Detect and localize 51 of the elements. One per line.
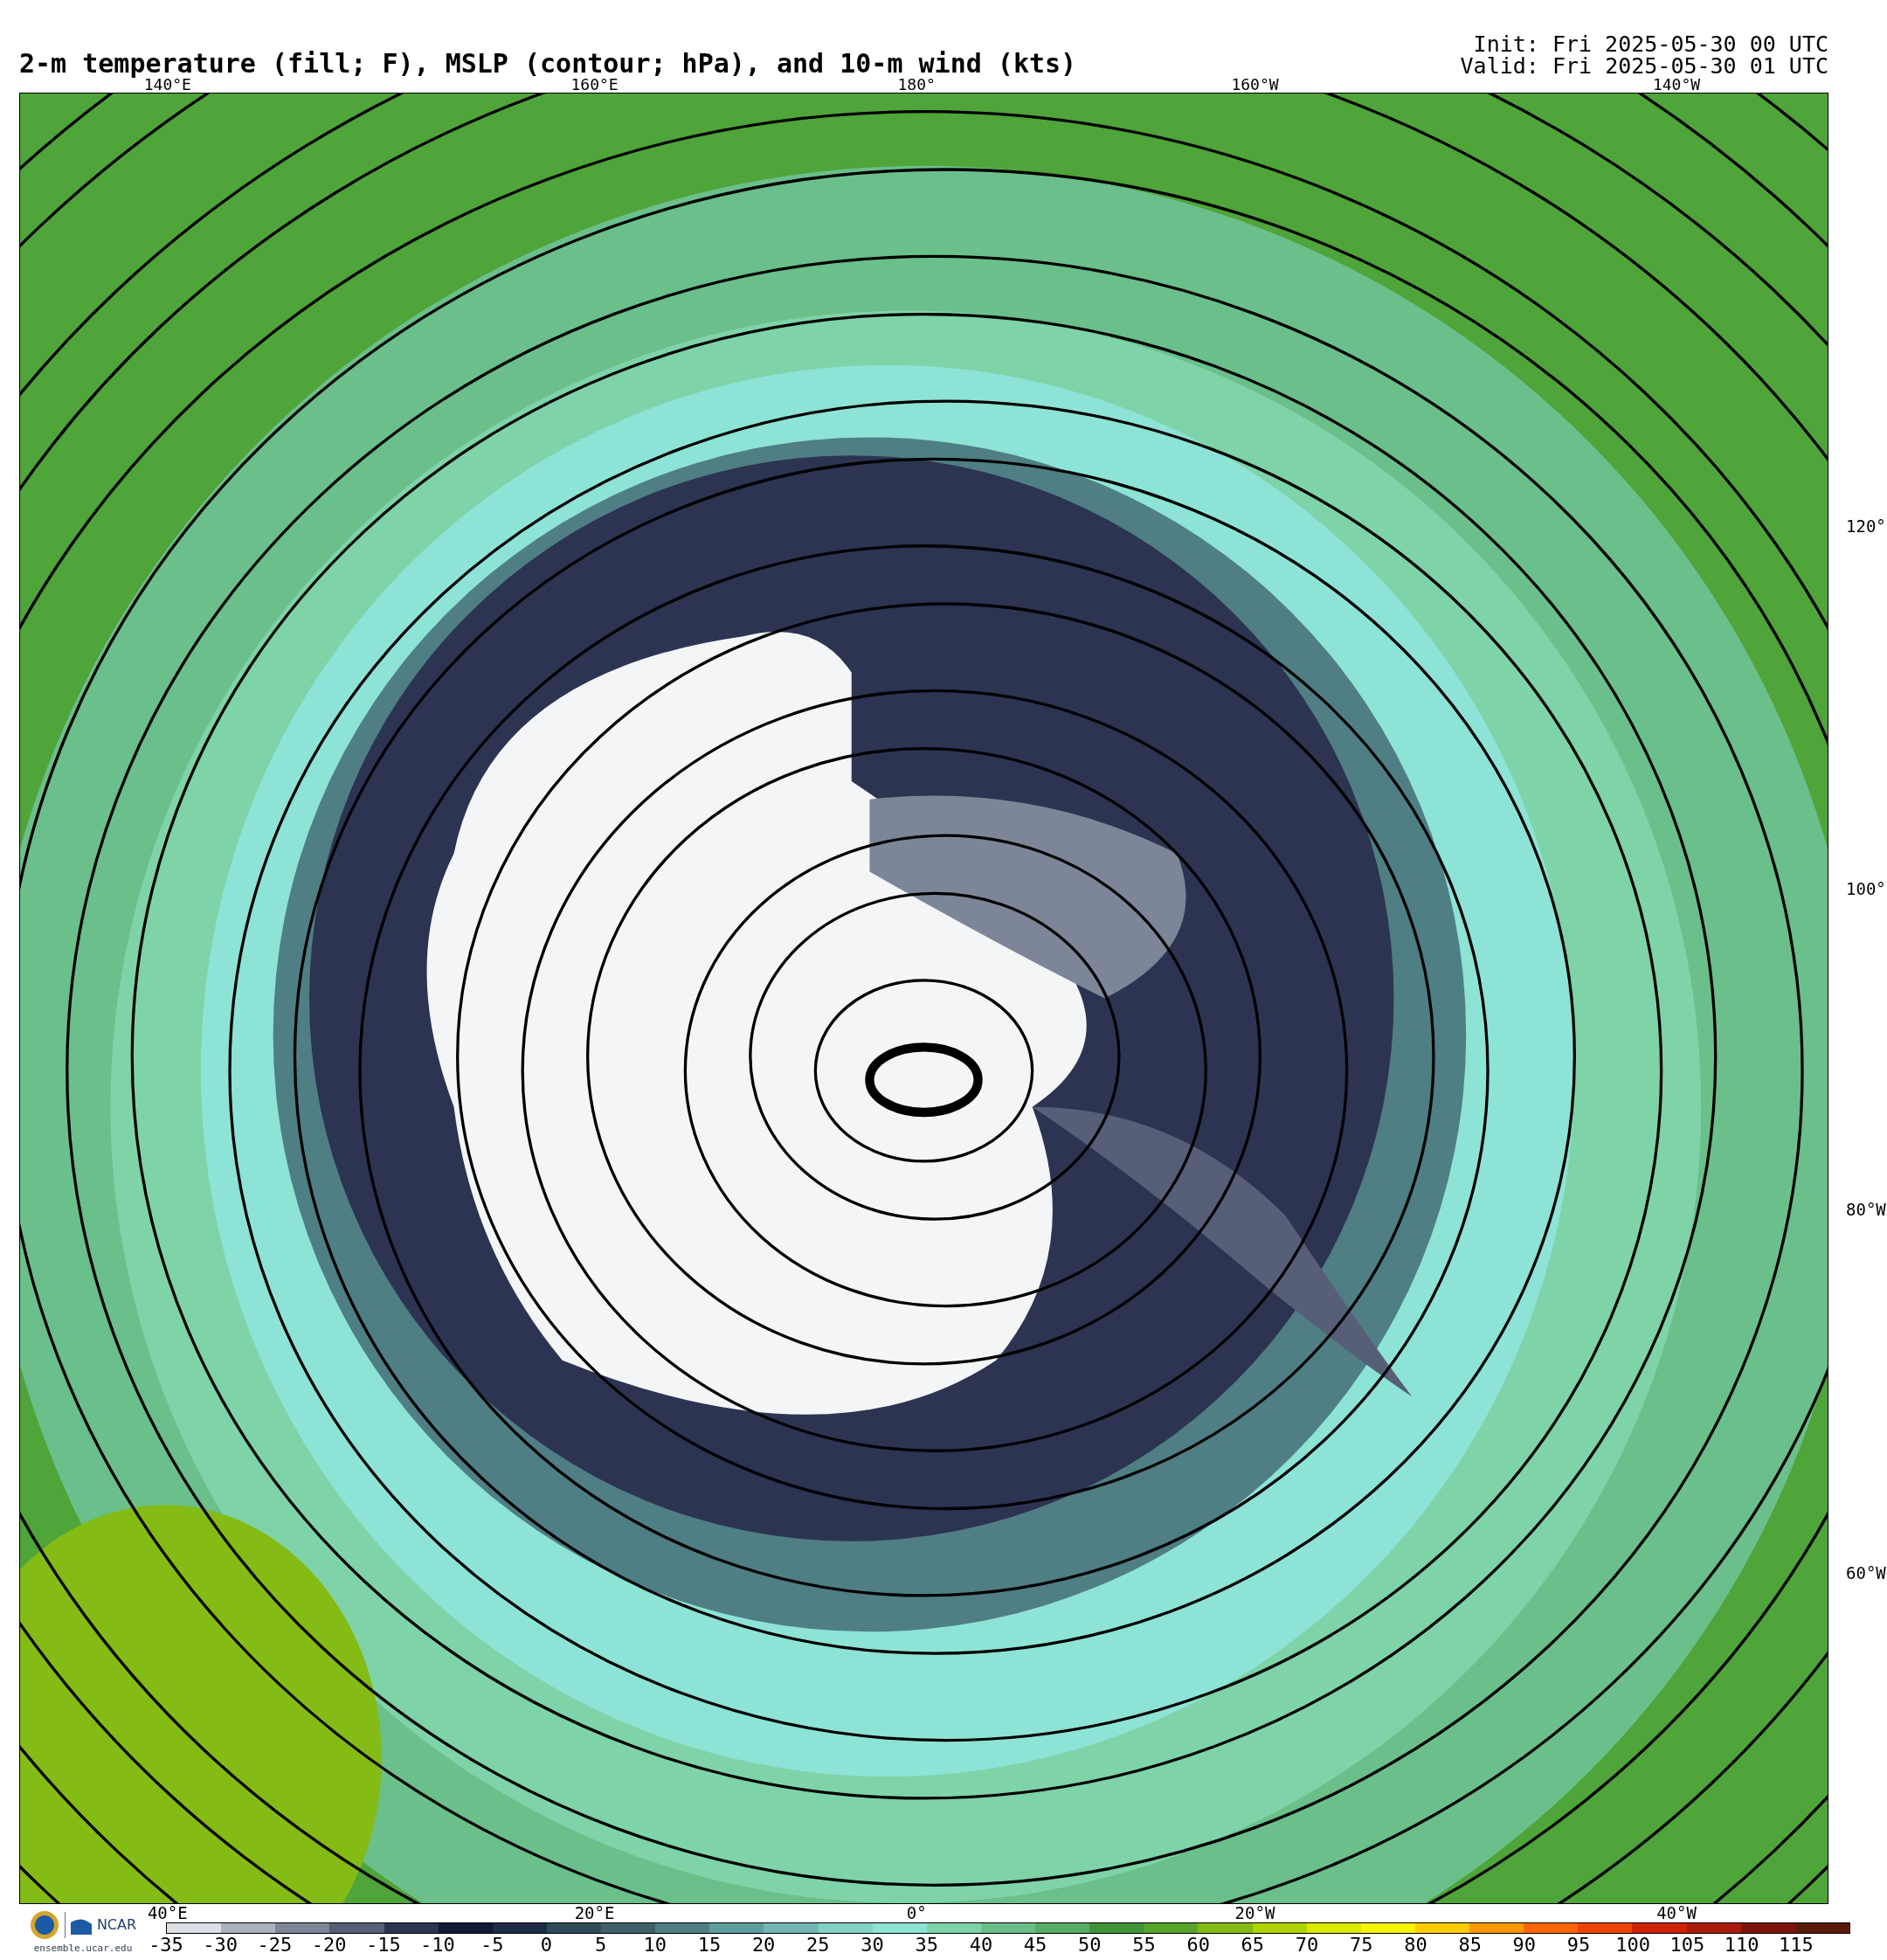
colorbar-tick-label: -5 bbox=[480, 1936, 504, 1955]
longitude-label: 160°W bbox=[1231, 77, 1279, 93]
longitude-label: 20°W bbox=[1234, 1905, 1275, 1922]
colorbar-tick-label: 100 bbox=[1615, 1936, 1651, 1955]
colorbar-tick-label: 25 bbox=[806, 1936, 830, 1955]
colorbar-tick-label: 65 bbox=[1241, 1936, 1265, 1955]
latitude-label: 80°W bbox=[1846, 1201, 1886, 1218]
colorbar-tick-label: 40 bbox=[969, 1936, 993, 1955]
colorbar-tick-label: 35 bbox=[915, 1936, 938, 1955]
latitude-label: 100° bbox=[1846, 880, 1886, 897]
colorbar-tick-label: 95 bbox=[1566, 1936, 1591, 1955]
colorbar-tick-label: -25 bbox=[257, 1936, 293, 1955]
colorbar-tick-label: 0 bbox=[540, 1936, 552, 1955]
colorbar-tick-label: -10 bbox=[420, 1936, 455, 1955]
longitude-label: 0° bbox=[906, 1905, 927, 1922]
longitude-label: 40°E bbox=[147, 1905, 188, 1922]
colorbar-tick-label: 80 bbox=[1404, 1936, 1427, 1955]
colorbar-tick-label: -35 bbox=[149, 1936, 183, 1955]
ncar-logo-text: NCAR bbox=[96, 1918, 137, 1932]
latitude-label: 120° bbox=[1846, 518, 1886, 536]
longitude-label: 180° bbox=[897, 77, 936, 93]
longitude-label: 40°W bbox=[1656, 1905, 1697, 1922]
colorbar-tick-label: 50 bbox=[1078, 1936, 1102, 1955]
colorbar-tick-label: 10 bbox=[643, 1936, 667, 1955]
colorbar-tick-label: 75 bbox=[1350, 1936, 1373, 1955]
longitude-label: 140°E bbox=[143, 77, 191, 93]
colorbar-tick-label: 70 bbox=[1295, 1936, 1319, 1955]
colorbar-tick-label: 55 bbox=[1132, 1936, 1156, 1955]
colorbar-tick-label: 115 bbox=[1778, 1936, 1814, 1955]
colorbar-tick-label: 20 bbox=[751, 1936, 776, 1955]
colorbar-tick-label: 5 bbox=[594, 1936, 607, 1955]
longitude-label: 140°W bbox=[1652, 77, 1701, 93]
colorbar-tick-label: 85 bbox=[1458, 1936, 1482, 1955]
longitude-label: 20°E bbox=[574, 1905, 615, 1922]
globe-logo-icon bbox=[29, 1910, 59, 1940]
colorbar-tick-label: -30 bbox=[203, 1936, 238, 1955]
longitude-label: 160°E bbox=[570, 77, 619, 93]
colorbar-tick-label: 30 bbox=[861, 1936, 884, 1955]
valid-time: Valid: Fri 2025-05-30 01 UTC bbox=[1460, 55, 1828, 77]
site-url: ensemble.ucar.edu bbox=[33, 1943, 133, 1953]
colorbar-tick-label: 45 bbox=[1023, 1936, 1047, 1955]
colorbar-tick-label: 90 bbox=[1512, 1936, 1537, 1955]
colorbar-tick-label: -15 bbox=[365, 1936, 401, 1955]
colorbar-tick-label: 110 bbox=[1724, 1936, 1759, 1955]
colorbar-tick-label: -20 bbox=[311, 1936, 347, 1955]
chart-title: 2-m temperature (fill; F), MSLP (contour; hPa), and 10-m wind (kts) bbox=[19, 51, 1077, 77]
colorbar-tick-label: 60 bbox=[1186, 1936, 1210, 1955]
colorbar-tick-label: 15 bbox=[697, 1936, 722, 1955]
init-time: Init: Fri 2025-05-30 00 UTC bbox=[1473, 33, 1828, 55]
colorbar-tick-label: 105 bbox=[1669, 1936, 1705, 1955]
latitude-label: 60°W bbox=[1846, 1565, 1886, 1583]
